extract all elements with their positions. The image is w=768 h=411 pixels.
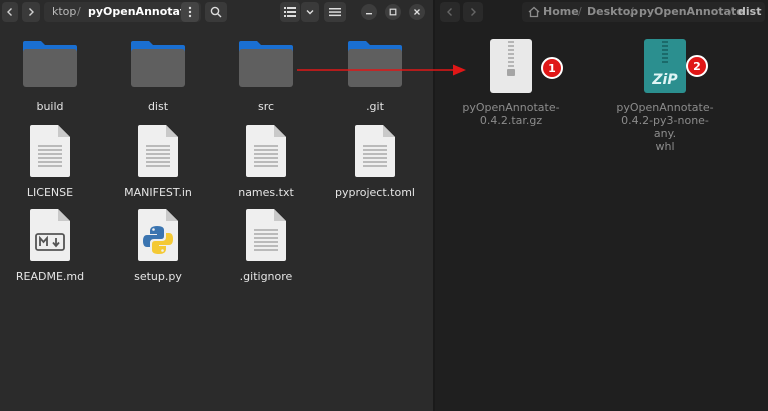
arrow-head-icon [453, 64, 466, 76]
annotation-arrow [297, 64, 466, 76]
